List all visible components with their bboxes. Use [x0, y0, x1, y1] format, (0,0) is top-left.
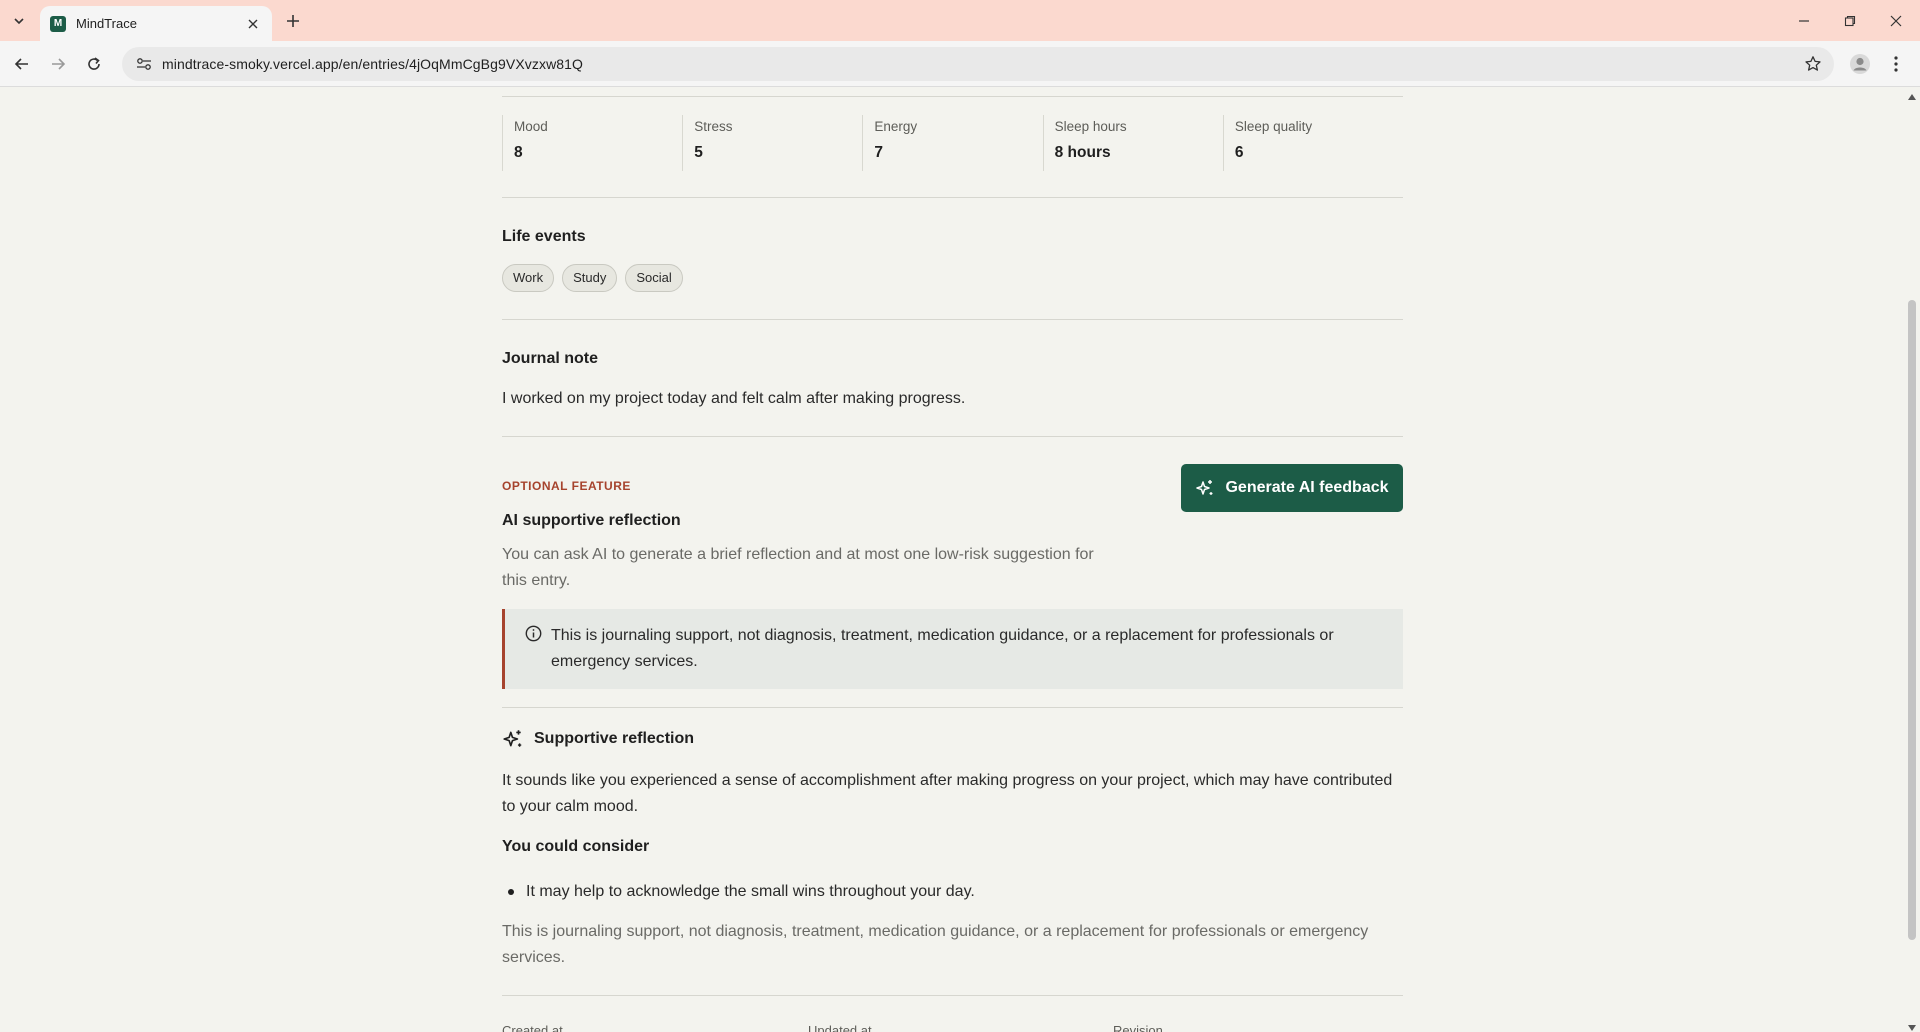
forward-arrow-icon[interactable]	[44, 50, 72, 78]
metric-sleep-quality: Sleep quality 6	[1222, 115, 1403, 171]
journal-note-text: I worked on my project today and felt ca…	[502, 390, 966, 407]
metric-mood: Mood 8	[502, 115, 682, 171]
metric-label: Energy	[874, 119, 918, 134]
bullet-dot	[508, 889, 514, 895]
minimize-icon[interactable]	[1782, 0, 1826, 41]
divider	[502, 197, 1403, 198]
browser-toolbar: mindtrace-smoky.vercel.app/en/entries/4j…	[0, 41, 1920, 87]
updated-at-label: Updated at	[808, 1023, 872, 1032]
address-bar[interactable]: mindtrace-smoky.vercel.app/en/entries/4j…	[122, 47, 1834, 81]
suggestion-text: It may help to acknowledge the small win…	[526, 883, 975, 900]
generate-ai-feedback-label: Generate AI feedback	[1225, 479, 1389, 496]
metric-value: 8	[514, 144, 523, 161]
tab-search-chevron-icon[interactable]	[6, 9, 32, 33]
profile-avatar-icon[interactable]	[1846, 52, 1874, 76]
scroll-down-arrow-icon[interactable]	[1906, 1020, 1918, 1031]
metric-label: Stress	[694, 119, 733, 134]
close-window-icon[interactable]	[1874, 0, 1918, 41]
divider	[502, 707, 1403, 708]
suggestion-item: It may help to acknowledge the small win…	[502, 879, 975, 905]
tab-title: MindTrace	[76, 16, 137, 31]
metric-label: Sleep quality	[1234, 119, 1313, 134]
divider	[502, 436, 1403, 437]
tab-close-icon[interactable]	[244, 15, 262, 33]
entry-detail: Mood 8 Stress 5 Energy 7 Sleep hours 8 h…	[502, 87, 1403, 1032]
notice-text: This is journaling support, not diagnosi…	[551, 627, 1334, 670]
scroll-up-arrow-icon[interactable]	[1906, 89, 1918, 100]
divider	[502, 995, 1403, 996]
browser-tab[interactable]: M MindTrace	[40, 6, 272, 41]
metric-energy: Energy 7	[862, 115, 1042, 171]
reload-icon[interactable]	[80, 50, 108, 78]
life-events-title: Life events	[502, 228, 586, 245]
divider	[502, 96, 1403, 97]
ai-description: You can ask AI to generate a brief refle…	[502, 546, 1094, 589]
metric-sleep-hours: Sleep hours 8 hours	[1042, 115, 1223, 171]
reflection-text: It sounds like you experienced a sense o…	[502, 772, 1393, 815]
metric-label: Mood	[514, 119, 548, 134]
metric-stress: Stress 5	[682, 115, 862, 171]
generate-ai-feedback-button[interactable]: Generate AI feedback	[1181, 464, 1403, 512]
created-at-label: Created at	[502, 1023, 563, 1032]
restore-icon[interactable]	[1828, 0, 1872, 41]
disclaimer-notice: This is journaling support, not diagnosi…	[502, 609, 1403, 689]
browser-tab-bar: M MindTrace	[0, 0, 1920, 41]
chip-study: Study	[562, 264, 618, 292]
you-could-consider-title: You could consider	[502, 838, 650, 855]
optional-feature-label: Optional feature	[502, 479, 631, 493]
sparkles-icon	[503, 730, 522, 747]
life-events-chips: Work Study Social	[502, 264, 683, 292]
browser-menu-icon[interactable]	[1882, 52, 1910, 76]
metric-value: 8 hours	[1054, 144, 1111, 161]
info-icon	[525, 625, 547, 689]
metric-value: 6	[1234, 144, 1244, 161]
metrics-row: Mood 8 Stress 5 Energy 7 Sleep hours 8 h…	[502, 115, 1403, 175]
bookmark-star-icon[interactable]	[1798, 50, 1828, 78]
metric-value: 7	[874, 144, 884, 161]
reflection-disclaimer: This is journaling support, not diagnosi…	[502, 923, 1369, 966]
scrollbar-thumb[interactable]	[1908, 300, 1916, 940]
metric-label: Sleep hours	[1054, 119, 1127, 134]
divider	[502, 319, 1403, 320]
new-tab-plus-icon[interactable]	[280, 9, 306, 33]
revision-label: Revision	[1113, 1023, 1163, 1032]
ai-reflection-title: AI supportive reflection	[502, 512, 681, 529]
journal-note-title: Journal note	[502, 350, 599, 367]
mindtrace-favicon-icon: M	[50, 15, 66, 32]
supportive-reflection-heading: Supportive reflection	[502, 728, 694, 750]
metric-value: 5	[694, 144, 703, 161]
site-info-icon[interactable]	[128, 50, 160, 78]
supportive-reflection-title: Supportive reflection	[534, 730, 695, 747]
url-text: mindtrace-smoky.vercel.app/en/entries/4j…	[162, 56, 584, 72]
back-arrow-icon[interactable]	[8, 50, 36, 78]
chip-social: Social	[625, 264, 683, 292]
sparkles-icon	[1196, 480, 1213, 495]
chip-work: Work	[502, 264, 555, 292]
